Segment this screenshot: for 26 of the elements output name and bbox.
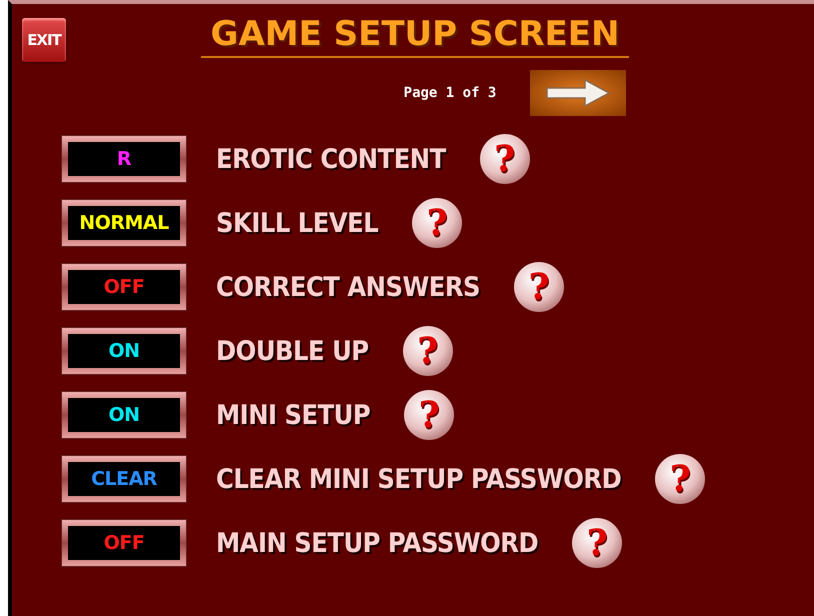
setting-label: DOUBLE UP <box>216 336 369 366</box>
help-button[interactable]: ? <box>655 454 706 504</box>
setting-value-button[interactable]: OFF <box>62 264 186 310</box>
setting-value-button[interactable]: ON <box>62 328 186 374</box>
setting-value-button[interactable]: NORMAL <box>62 200 186 246</box>
setting-label: EROTIC CONTENT <box>216 144 446 174</box>
help-button[interactable]: ? <box>402 326 453 376</box>
setting-label: MAIN SETUP PASSWORD <box>216 528 538 558</box>
help-button[interactable]: ? <box>514 262 564 312</box>
setting-label: CLEAR MINI SETUP PASSWORD <box>216 464 622 494</box>
help-button[interactable]: ? <box>572 518 622 568</box>
help-button[interactable]: ? <box>480 134 530 184</box>
setting-label: MINI SETUP <box>216 400 370 430</box>
setting-label: SKILL LEVEL <box>216 208 378 238</box>
screen-title: GAME SETUP SCREEN <box>200 14 630 58</box>
setting-value-button[interactable]: CLEAR <box>62 456 186 502</box>
setting-label: CORRECT ANSWERS <box>216 272 480 302</box>
next-page-button[interactable] <box>530 70 626 116</box>
help-button[interactable]: ? <box>404 390 454 440</box>
setting-value-button[interactable]: ON <box>62 392 186 438</box>
help-button[interactable]: ? <box>412 198 462 248</box>
exit-button[interactable]: EXIT <box>22 18 66 62</box>
setting-value-button[interactable]: R <box>62 136 186 182</box>
arrow-right-icon <box>545 78 612 108</box>
setting-value-button[interactable]: OFF <box>62 520 186 566</box>
page-indicator: Page 1 of 3 <box>404 85 496 101</box>
